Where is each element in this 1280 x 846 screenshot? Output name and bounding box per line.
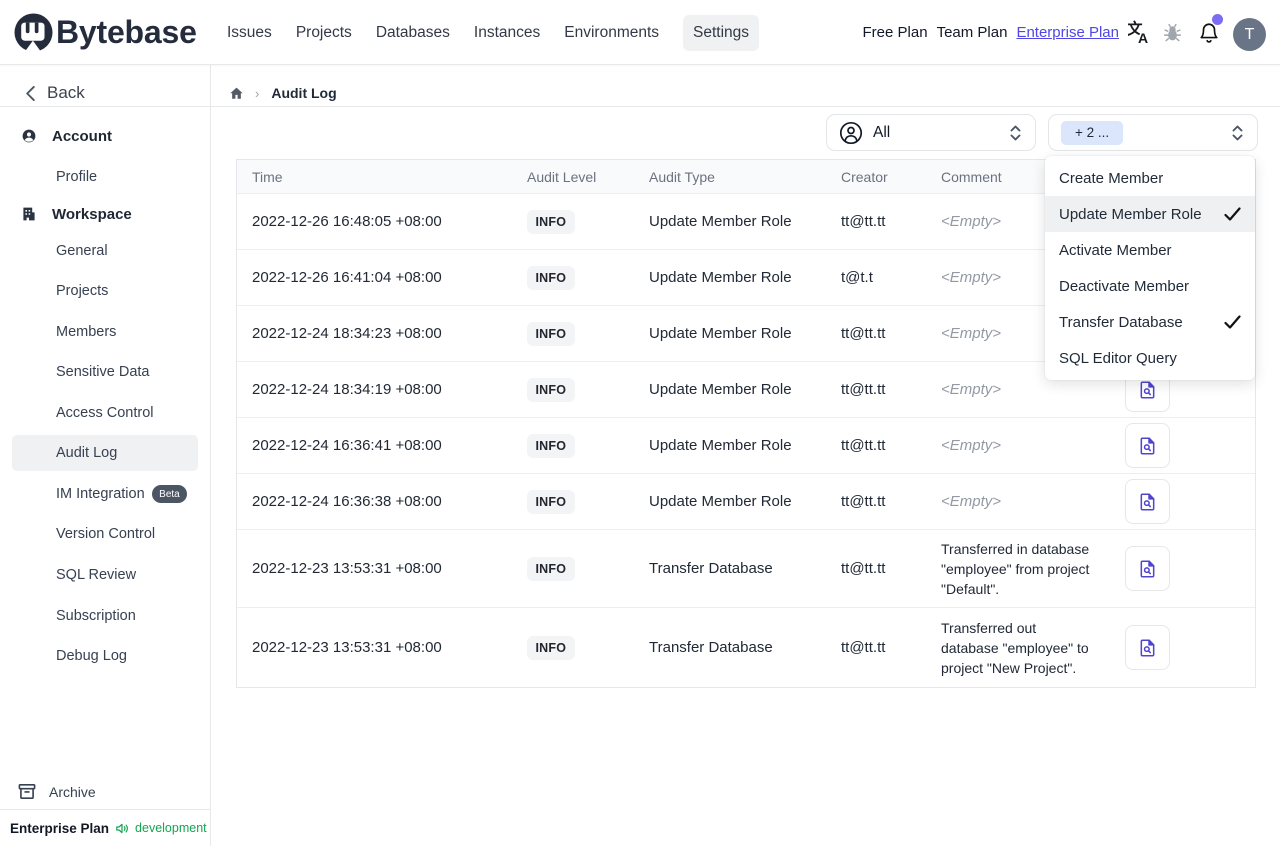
svg-text:A: A — [1138, 30, 1148, 44]
